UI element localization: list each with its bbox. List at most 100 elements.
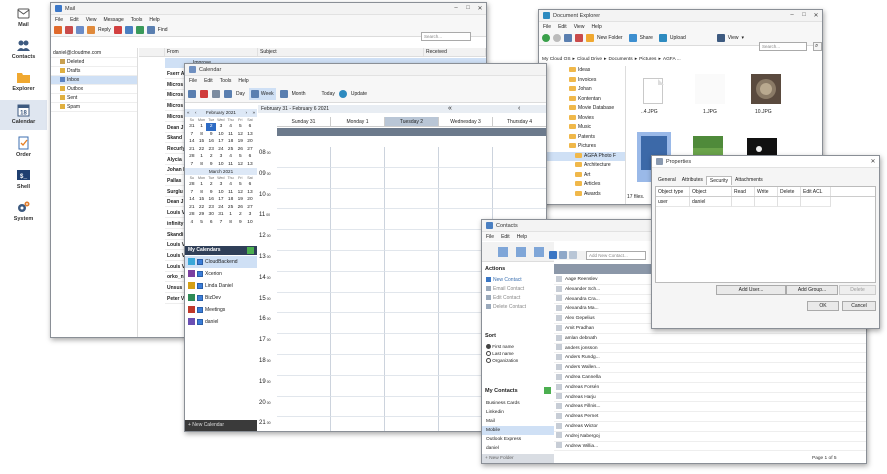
tab-security[interactable]: Security [705,176,732,185]
tree-item[interactable]: Art [539,171,625,181]
time-slot[interactable] [439,147,493,168]
day-cell[interactable]: 3 [216,153,226,161]
day-cell[interactable]: 3 [245,211,255,219]
add-user-button[interactable]: Add User... [716,285,786,295]
day-cell[interactable]: 22 [197,146,207,154]
time-slot[interactable] [277,188,331,210]
tree-item[interactable]: Kontentan [539,95,625,105]
day-cell[interactable]: 31 [187,123,197,131]
menu-view[interactable]: View [574,24,585,30]
sidebar-item-shell[interactable]: $_ Shell [0,168,47,190]
forward-icon[interactable] [553,34,561,42]
action-email-contact[interactable]: Email Contact [482,285,554,294]
day-cell[interactable]: 1 [197,123,207,131]
checkbox-checked-icon[interactable] [197,270,203,277]
column-received[interactable]: Received [424,48,486,56]
time-slot[interactable] [331,209,385,231]
title-bar[interactable]: Properties ✕ [652,156,879,168]
flag-icon[interactable] [113,26,122,34]
day-cell[interactable]: 7 [187,161,197,169]
tree-item[interactable]: Ideas [539,66,625,76]
acl-edit-cell[interactable] [801,197,831,207]
delete-icon[interactable] [575,34,583,42]
calendar-item[interactable]: Meetings [185,304,257,316]
day-cell[interactable]: 2 [206,123,217,131]
day-cell[interactable]: 18 [226,138,236,146]
time-slot[interactable] [331,271,385,293]
contact-row[interactable]: Andreas Wictor [554,422,866,432]
contact-row[interactable]: Andrej Nabergoj [554,432,866,442]
breadcrumb-item[interactable]: AGFA ... [663,57,681,65]
menu-edit[interactable]: Edit [558,24,567,30]
tree-item[interactable]: Invoices [539,76,625,86]
acl-read-cell[interactable] [732,197,755,207]
day-cell[interactable]: 12 [235,189,245,197]
time-slot[interactable] [331,417,385,431]
close-button[interactable]: ✕ [867,158,879,165]
print-icon[interactable] [212,89,220,98]
time-slot[interactable] [277,251,331,272]
time-slot[interactable] [277,292,331,314]
add-contact-input[interactable]: Add New Contact... [586,251,646,260]
day-cell[interactable]: 31 [216,211,226,219]
time-slot[interactable] [277,167,331,189]
contact-row[interactable]: Andreas Forsén [554,383,866,393]
time-slot[interactable] [385,230,439,251]
home-icon[interactable] [516,247,526,257]
day-cell[interactable]: 28 [187,211,197,219]
day-cell[interactable]: 25 [226,204,236,212]
account-row[interactable]: daniel@cloudme.com [51,48,137,58]
breadcrumb-item[interactable]: Documents [608,57,632,65]
cancel-button[interactable]: Cancel [842,301,876,311]
day-cell[interactable]: 13 [245,131,255,139]
time-slot[interactable] [385,271,439,293]
time-slot[interactable] [385,147,439,168]
new-folder-button[interactable]: + New Folder [482,454,554,463]
day-cell[interactable]: 18 [226,196,236,204]
prev-day-icon[interactable]: ‹ [518,105,520,112]
day-cell[interactable]: 12 [235,131,245,139]
up-folder-icon[interactable] [564,34,572,42]
day-cell[interactable]: 4 [226,123,236,131]
file-name[interactable]: 10.JPG [755,109,772,115]
day-cell[interactable]: 1 [197,153,207,161]
delete-button[interactable]: Delete [839,285,876,295]
day-cell[interactable]: 23 [206,146,216,154]
maximize-button[interactable]: □ [798,12,810,19]
day-cell[interactable]: 1 [197,181,207,189]
acl-column[interactable]: Read [732,187,755,196]
time-slot[interactable] [331,396,385,418]
time-slot[interactable] [385,313,439,335]
menu-tools[interactable]: Tools [220,78,232,84]
day-column-header[interactable]: Sunday 31 [277,117,331,127]
day-cell[interactable]: 8 [197,161,207,169]
time-slot[interactable] [385,375,439,397]
menu-file[interactable]: File [543,24,551,30]
tree-item[interactable]: Music [539,123,625,133]
time-slot[interactable] [331,188,385,210]
add-group-icon[interactable] [544,387,551,394]
breadcrumb-item[interactable]: Cloud Drive [577,57,602,65]
day-cell[interactable]: 8 [197,131,207,139]
day-cell[interactable]: 27 [245,146,255,154]
menu-file[interactable]: File [486,234,494,240]
day-cell[interactable]: 3 [216,181,226,189]
compose-icon[interactable] [54,26,62,34]
folder-sent[interactable]: Sent [51,94,137,103]
today-button[interactable]: Today [322,91,335,97]
day-cell[interactable]: 2 [206,181,216,189]
day-cell[interactable]: 2 [206,153,216,161]
checkbox-checked-icon[interactable] [197,318,203,325]
column-flags[interactable] [139,48,165,56]
time-slot[interactable] [493,147,546,168]
time-slot[interactable] [277,209,331,231]
day-cell[interactable]: 4 [187,219,197,227]
time-slot[interactable] [277,417,331,431]
menu-edit[interactable]: Edit [70,17,79,23]
new-calendar-button[interactable]: + New Calendar [185,420,257,431]
contact-row[interactable]: Andrea Cannella [554,373,866,383]
time-slot[interactable] [493,189,546,210]
time-slot[interactable] [385,167,439,189]
day-cell[interactable]: 1 [226,211,236,219]
folder-inbox[interactable]: Inbox [51,76,137,85]
